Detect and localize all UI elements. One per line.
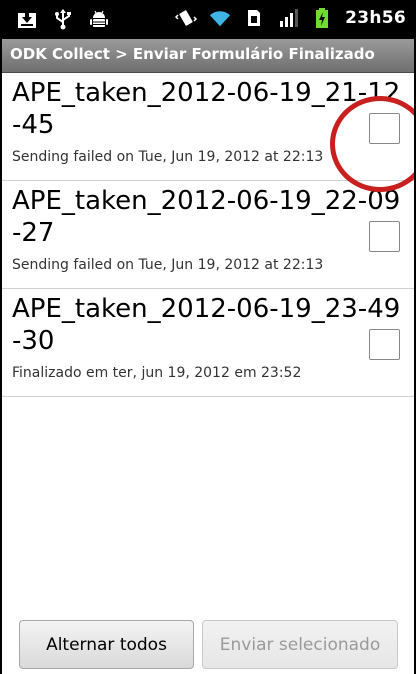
system-icons: 23h56 (175, 7, 406, 29)
form-checkbox[interactable] (369, 329, 400, 360)
form-title: APE_taken_2012-06-19_21-12-45 (12, 78, 401, 140)
form-checkbox[interactable] (369, 221, 400, 252)
status-bar: 23h56 (2, 0, 414, 39)
title-bar: ODK Collect > Enviar Formulário Finaliza… (2, 39, 414, 73)
page-title: ODK Collect > Enviar Formulário Finaliza… (10, 45, 375, 63)
form-status: Sending failed on Tue, Jun 19, 2012 at 2… (12, 257, 324, 273)
download-icon (18, 10, 36, 28)
list-item[interactable]: APE_taken_2012-06-19_23-49-30 Finalizado… (2, 289, 414, 397)
android-debug-icon (90, 10, 108, 27)
button-row: Alternar todos Enviar selecionado (2, 616, 414, 674)
list-item[interactable]: APE_taken_2012-06-19_22-09-27 Sending fa… (2, 181, 414, 289)
form-title: APE_taken_2012-06-19_22-09-27 (12, 186, 401, 248)
form-status: Finalizado em ter, jun 19, 2012 em 23:52 (12, 365, 302, 381)
sim-icon (248, 10, 261, 26)
clock: 23h56 (345, 8, 406, 28)
battery-charging-icon (316, 8, 329, 28)
send-selected-button[interactable]: Enviar selecionado (202, 620, 398, 669)
form-status: Sending failed on Tue, Jun 19, 2012 at 2… (12, 149, 324, 165)
form-title: APE_taken_2012-06-19_23-49-30 (12, 294, 401, 356)
signal-icon (280, 9, 299, 27)
vibrate-icon (175, 10, 198, 26)
toggle-all-button[interactable]: Alternar todos (19, 620, 194, 669)
wifi-icon (209, 11, 231, 27)
form-checkbox[interactable] (369, 113, 400, 144)
list-item[interactable]: APE_taken_2012-06-19_21-12-45 Sending fa… (2, 73, 414, 181)
finalized-forms-list: APE_taken_2012-06-19_21-12-45 Sending fa… (2, 73, 414, 397)
usb-icon (55, 9, 71, 30)
notification-icons (16, 8, 110, 30)
phone-screen: 23h56 ODK Collect > Enviar Formulário Fi… (0, 0, 416, 674)
